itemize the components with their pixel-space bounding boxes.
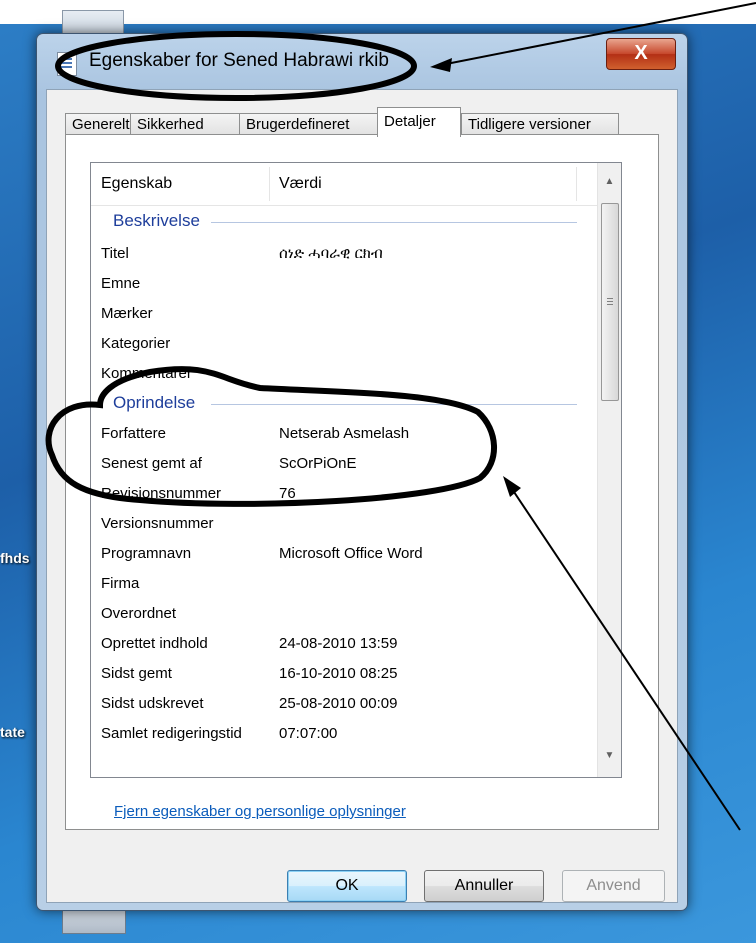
property-value[interactable]: 24-08-2010 13:59	[279, 635, 397, 652]
property-name: Mærker	[101, 305, 153, 322]
close-button[interactable]: X	[606, 38, 676, 70]
property-name: Programnavn	[101, 545, 192, 562]
property-row-manager[interactable]: Overordnet	[91, 599, 597, 629]
property-value[interactable]: Netserab Asmelash	[279, 425, 409, 442]
column-header-property[interactable]: Egenskab	[101, 175, 172, 193]
title-bar[interactable]: Egenskaber for Sened Habrawi rkib X	[37, 34, 687, 90]
property-value[interactable]: ScOrPiOnE	[279, 455, 357, 472]
property-value[interactable]: 16-10-2010 08:25	[279, 665, 397, 682]
properties-dialog: Egenskaber for Sened Habrawi rkib X Gene…	[36, 33, 688, 911]
property-row-revision-number[interactable]: Revisionsnummer 76	[91, 479, 597, 509]
property-value[interactable]: 25-08-2010 00:09	[279, 695, 397, 712]
property-row-title[interactable]: Titel ሰነድ ሓባራዊ ርክብ	[91, 239, 597, 269]
window-title: Egenskaber for Sened Habrawi rkib	[89, 50, 389, 71]
column-header-value[interactable]: Værdi	[279, 175, 322, 193]
column-divider[interactable]	[269, 167, 270, 201]
tab-details[interactable]: Detaljer	[377, 107, 461, 137]
group-title: Oprindelse	[113, 393, 202, 413]
property-value[interactable]: Microsoft Office Word	[279, 545, 423, 562]
property-row-content-created[interactable]: Oprettet indhold 24-08-2010 13:59	[91, 629, 597, 659]
property-row-last-saved-by[interactable]: Senest gemt af ScOrPiOnE	[91, 449, 597, 479]
property-row-authors[interactable]: Forfattere Netserab Asmelash	[91, 419, 597, 449]
property-row-comments[interactable]: Kommentarer	[91, 359, 597, 389]
property-row-tags[interactable]: Mærker	[91, 299, 597, 329]
desktop-icon-label[interactable]: tate	[0, 724, 25, 740]
scroll-down-arrow-icon[interactable]: ▼	[598, 745, 621, 767]
property-row-version-number[interactable]: Versionsnummer	[91, 509, 597, 539]
property-name: Emne	[101, 275, 141, 292]
property-row-categories[interactable]: Kategorier	[91, 329, 597, 359]
property-name: Oprettet indhold	[101, 635, 208, 652]
property-row-company[interactable]: Firma	[91, 569, 597, 599]
document-icon	[57, 52, 77, 76]
apply-button[interactable]: Anvend	[562, 870, 665, 902]
property-name: Kommentarer	[101, 365, 192, 382]
details-panel: Egenskab Værdi Beskrivelse Titel ሰነድ ሓባራ…	[65, 134, 659, 830]
property-name: Sidst gemt	[101, 665, 172, 682]
tab-custom[interactable]: Brugerdefineret	[239, 113, 379, 135]
property-row-date-last-saved[interactable]: Sidst gemt 16-10-2010 08:25	[91, 659, 597, 689]
property-name: Senest gemt af	[101, 455, 202, 472]
property-list[interactable]: Egenskab Værdi Beskrivelse Titel ሰነድ ሓባራ…	[90, 162, 622, 778]
tab-security[interactable]: Sikkerhed	[130, 113, 240, 135]
list-header: Egenskab Værdi	[91, 163, 597, 206]
property-row-total-editing-time[interactable]: Samlet redigeringstid 07:07:00	[91, 719, 597, 749]
property-name: Firma	[101, 575, 140, 592]
vertical-scrollbar[interactable]: ▲ ▼	[597, 163, 621, 777]
group-divider-line	[211, 222, 577, 223]
scroll-up-arrow-icon[interactable]: ▲	[598, 171, 621, 193]
property-name: Kategorier	[101, 335, 171, 352]
dialog-client-area: Generelt Sikkerhed Brugerdefineret Detal…	[46, 89, 678, 903]
property-name: Versionsnummer	[101, 515, 214, 532]
tab-previous-versions[interactable]: Tidligere versioner	[461, 113, 619, 135]
property-value[interactable]: 07:07:00	[279, 725, 337, 742]
group-header-description: Beskrivelse	[91, 207, 597, 237]
property-name: Revisionsnummer	[101, 485, 222, 502]
property-row-last-printed[interactable]: Sidst udskrevet 25-08-2010 00:09	[91, 689, 597, 719]
desktop-icon-label[interactable]: fhds	[0, 550, 30, 566]
property-row-program-name[interactable]: Programnavn Microsoft Office Word	[91, 539, 597, 569]
property-value[interactable]: ሰነድ ሓባራዊ ርክብ	[279, 245, 383, 262]
property-name: Samlet redigeringstid	[101, 725, 242, 742]
property-name: Overordnet	[101, 605, 177, 622]
group-divider-line	[211, 404, 577, 405]
tab-general[interactable]: Generelt	[65, 113, 131, 135]
property-value[interactable]: 76	[279, 485, 296, 502]
remove-properties-link[interactable]: Fjern egenskaber og personlige oplysning…	[114, 803, 406, 820]
cancel-button[interactable]: Annuller	[424, 870, 544, 902]
property-name: Titel	[101, 245, 129, 262]
column-divider[interactable]	[576, 167, 577, 201]
property-name: Sidst udskrevet	[101, 695, 204, 712]
scrollbar-thumb[interactable]	[601, 203, 619, 401]
property-name: Forfattere	[101, 425, 167, 442]
ok-button[interactable]: OK	[287, 870, 407, 902]
property-row-subject[interactable]: Emne	[91, 269, 597, 299]
grip-icon	[607, 298, 613, 299]
group-header-origin: Oprindelse	[91, 389, 597, 419]
group-title: Beskrivelse	[113, 211, 206, 231]
